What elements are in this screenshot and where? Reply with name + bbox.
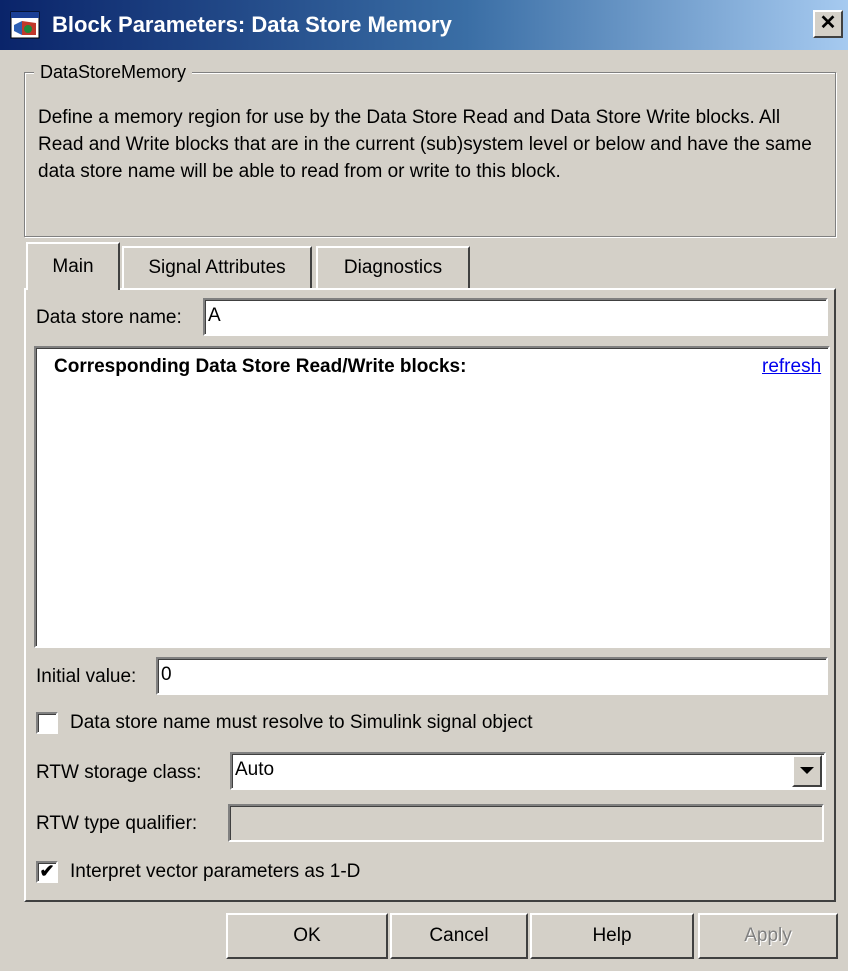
simulink-app-icon: [10, 11, 40, 39]
storage-class-dropdown-button[interactable]: [792, 755, 822, 787]
type-qualifier-label: RTW type qualifier:: [36, 813, 198, 834]
close-button[interactable]: ✕: [813, 10, 843, 38]
close-icon: ✕: [819, 12, 837, 34]
description-group-label: DataStoreMemory: [34, 62, 193, 83]
checkmark-icon: ✔: [39, 861, 55, 881]
type-qualifier-input: [228, 804, 824, 842]
resolve-signal-object-label: Data store name must resolve to Simulink…: [70, 712, 533, 733]
window-title: Block Parameters: Data Store Memory: [52, 12, 452, 37]
rw-blocks-list: [34, 346, 830, 648]
refresh-link[interactable]: refresh: [762, 356, 821, 378]
initial-value-label: Initial value:: [36, 666, 137, 687]
resolve-signal-object-checkbox[interactable]: [36, 712, 58, 734]
chevron-down-icon: [800, 767, 814, 774]
tab-main[interactable]: Main: [26, 242, 120, 290]
rw-blocks-heading: Corresponding Data Store Read/Write bloc…: [54, 356, 467, 377]
data-store-name-label: Data store name:: [36, 307, 182, 328]
cancel-button[interactable]: Cancel: [390, 913, 528, 959]
interpret-vector-label: Interpret vector parameters as 1-D: [70, 861, 361, 882]
storage-class-value: Auto: [235, 759, 275, 780]
tab-signal-attributes[interactable]: Signal Attributes: [122, 246, 312, 288]
data-store-name-input[interactable]: A: [203, 298, 828, 336]
interpret-vector-checkbox[interactable]: ✔: [36, 861, 58, 883]
tab-diagnostics[interactable]: Diagnostics: [316, 246, 470, 288]
storage-class-select[interactable]: Auto: [230, 752, 826, 790]
apply-button[interactable]: Apply: [698, 913, 838, 959]
storage-class-label: RTW storage class:: [36, 762, 202, 783]
description-text: Define a memory region for use by the Da…: [38, 107, 812, 182]
initial-value-input[interactable]: 0: [156, 657, 828, 695]
help-button[interactable]: Help: [530, 913, 694, 959]
ok-button[interactable]: OK: [226, 913, 388, 959]
